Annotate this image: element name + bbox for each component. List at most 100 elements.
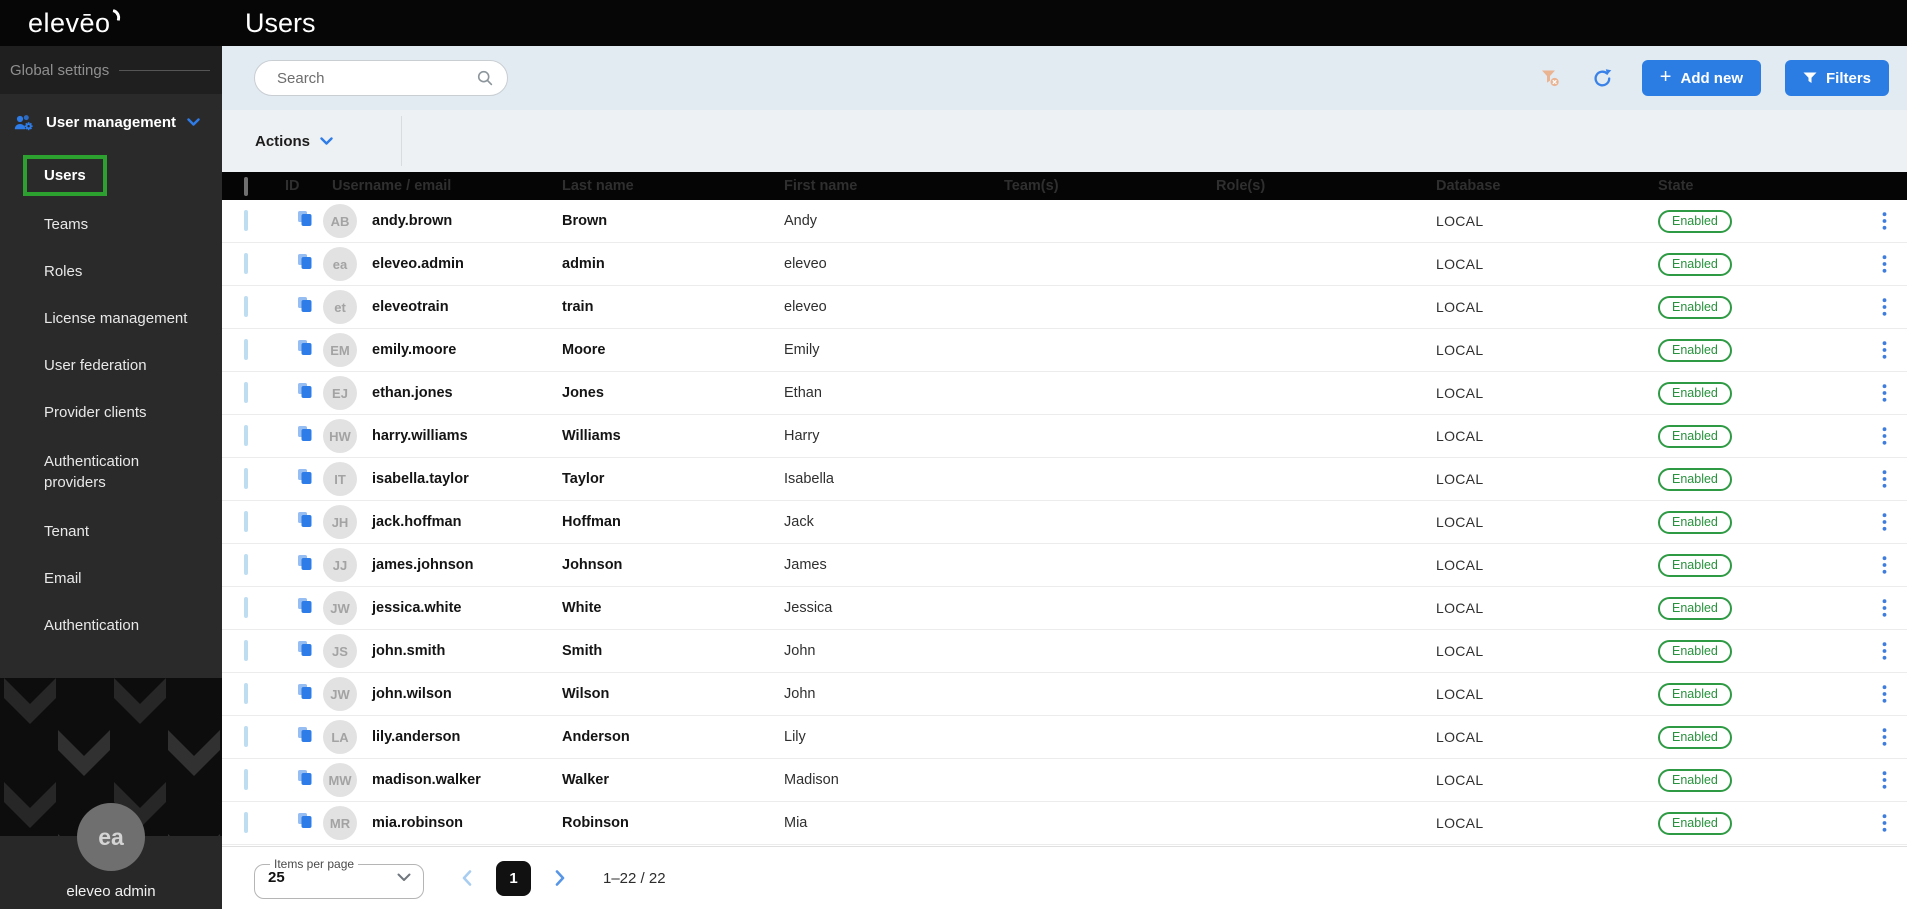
- database: LOCAL: [1428, 815, 1650, 831]
- copy-id-icon[interactable]: [297, 640, 313, 657]
- table-row[interactable]: EM emily.moore Moore Emily LOCAL Enabled: [222, 329, 1907, 372]
- table-row[interactable]: ea eleveo.admin admin eleveo LOCAL Enabl…: [222, 243, 1907, 286]
- row-menu-kebab-icon[interactable]: [1878, 251, 1891, 277]
- table-row[interactable]: JW john.wilson Wilson John LOCAL Enabled: [222, 673, 1907, 716]
- sidebar-item-users[interactable]: Users: [0, 150, 222, 201]
- row-menu-kebab-icon[interactable]: [1878, 810, 1891, 836]
- copy-id-icon[interactable]: [297, 210, 313, 227]
- row-checkbox[interactable]: [244, 468, 248, 489]
- last-name: Taylor: [554, 471, 776, 487]
- add-new-button[interactable]: + Add new: [1642, 60, 1761, 96]
- table-row[interactable]: MR mia.robinson Robinson Mia LOCAL Enabl…: [222, 802, 1907, 845]
- copy-id-icon[interactable]: [297, 296, 313, 313]
- copy-id-icon[interactable]: [297, 339, 313, 356]
- copy-id-icon[interactable]: [297, 769, 313, 786]
- first-name: John: [776, 686, 996, 702]
- row-checkbox[interactable]: [244, 597, 248, 618]
- username-email: john.wilson: [372, 686, 452, 702]
- table-row[interactable]: MW madison.walker Walker Madison LOCAL E…: [222, 759, 1907, 802]
- table-body: AB andy.brown Brown Andy LOCAL Enabled: [222, 200, 1907, 846]
- sidebar-item-teams[interactable]: Teams: [0, 201, 222, 248]
- row-checkbox[interactable]: [244, 726, 248, 747]
- sidebar-group-user-management[interactable]: User management: [0, 94, 222, 150]
- row-checkbox[interactable]: [244, 296, 248, 317]
- table-row[interactable]: AB andy.brown Brown Andy LOCAL Enabled: [222, 200, 1907, 243]
- actions-dropdown[interactable]: Actions: [255, 133, 333, 150]
- row-checkbox[interactable]: [244, 425, 248, 446]
- table-row[interactable]: LA lily.anderson Anderson Lily LOCAL Ena…: [222, 716, 1907, 759]
- table-row[interactable]: EJ ethan.jones Jones Ethan LOCAL Enabled: [222, 372, 1907, 415]
- next-page-button[interactable]: [545, 863, 575, 893]
- sidebar-item-authentication-providers[interactable]: Authentication providers: [0, 436, 222, 508]
- row-checkbox[interactable]: [244, 210, 248, 231]
- table-row[interactable]: JS john.smith Smith John LOCAL Enabled: [222, 630, 1907, 673]
- filters-button[interactable]: Filters: [1785, 60, 1889, 96]
- row-checkbox[interactable]: [244, 253, 248, 274]
- sidebar-item-tenant[interactable]: Tenant: [0, 508, 222, 555]
- row-checkbox[interactable]: [244, 382, 248, 403]
- table-row[interactable]: IT isabella.taylor Taylor Isabella LOCAL…: [222, 458, 1907, 501]
- global-settings-label: Global settings: [10, 62, 109, 79]
- first-name: Ethan: [776, 385, 996, 401]
- row-menu-kebab-icon[interactable]: [1878, 337, 1891, 363]
- copy-id-icon[interactable]: [297, 726, 313, 743]
- table-row[interactable]: JH jack.hoffman Hoffman Jack LOCAL Enabl…: [222, 501, 1907, 544]
- row-checkbox[interactable]: [244, 339, 248, 360]
- profile-avatar[interactable]: ea: [77, 803, 145, 871]
- select-all-checkbox[interactable]: [244, 177, 248, 196]
- row-menu-kebab-icon[interactable]: [1878, 466, 1891, 492]
- copy-id-icon[interactable]: [297, 812, 313, 829]
- sidebar-item-email[interactable]: Email: [0, 555, 222, 602]
- sidebar-item-roles[interactable]: Roles: [0, 248, 222, 295]
- table-row[interactable]: HW harry.williams Williams Harry LOCAL E…: [222, 415, 1907, 458]
- row-menu-kebab-icon[interactable]: [1878, 423, 1891, 449]
- row-menu-kebab-icon[interactable]: [1878, 509, 1891, 535]
- row-menu-kebab-icon[interactable]: [1878, 638, 1891, 664]
- row-checkbox[interactable]: [244, 511, 248, 532]
- last-name: Jones: [554, 385, 776, 401]
- copy-id-icon[interactable]: [297, 554, 313, 571]
- user-profile[interactable]: ea eleveo admin: [0, 836, 222, 909]
- status-badge: Enabled: [1658, 296, 1732, 319]
- row-menu-kebab-icon[interactable]: [1878, 767, 1891, 793]
- actions-strip: Actions: [222, 110, 1907, 172]
- toolbar-divider: [401, 116, 402, 166]
- table-row[interactable]: JW jessica.white White Jessica LOCAL Ena…: [222, 587, 1907, 630]
- copy-id-icon[interactable]: [297, 683, 313, 700]
- row-menu-kebab-icon[interactable]: [1878, 724, 1891, 750]
- row-checkbox[interactable]: [244, 683, 248, 704]
- first-name: Lily: [776, 729, 996, 745]
- database: LOCAL: [1428, 256, 1650, 272]
- current-page-indicator[interactable]: 1: [496, 861, 531, 896]
- table-row[interactable]: et eleveotrain train eleveo LOCAL Enable…: [222, 286, 1907, 329]
- database: LOCAL: [1428, 299, 1650, 315]
- items-per-page-select[interactable]: Items per page 25: [254, 857, 424, 899]
- row-checkbox[interactable]: [244, 640, 248, 661]
- copy-id-icon[interactable]: [297, 253, 313, 270]
- row-checkbox[interactable]: [244, 554, 248, 575]
- previous-page-button[interactable]: [452, 863, 482, 893]
- row-checkbox[interactable]: [244, 812, 248, 833]
- clear-filters-icon[interactable]: [1534, 61, 1568, 95]
- copy-id-icon[interactable]: [297, 597, 313, 614]
- copy-id-icon[interactable]: [297, 511, 313, 528]
- row-menu-kebab-icon[interactable]: [1878, 595, 1891, 621]
- row-menu-kebab-icon[interactable]: [1878, 208, 1891, 234]
- sidebar-item-user-federation[interactable]: User federation: [0, 342, 222, 389]
- row-menu-kebab-icon[interactable]: [1878, 380, 1891, 406]
- row-menu-kebab-icon[interactable]: [1878, 552, 1891, 578]
- sidebar-item-provider-clients[interactable]: Provider clients: [0, 389, 222, 436]
- last-name: admin: [554, 256, 776, 272]
- sidebar-item-authentication[interactable]: Authentication: [0, 602, 222, 649]
- refresh-icon[interactable]: [1586, 61, 1620, 95]
- sidebar-item-license-management[interactable]: License management: [0, 295, 222, 342]
- copy-id-icon[interactable]: [297, 382, 313, 399]
- search-input[interactable]: [277, 70, 477, 87]
- status-badge: Enabled: [1658, 597, 1732, 620]
- row-menu-kebab-icon[interactable]: [1878, 294, 1891, 320]
- table-row[interactable]: JJ james.johnson Johnson James LOCAL Ena…: [222, 544, 1907, 587]
- copy-id-icon[interactable]: [297, 425, 313, 442]
- row-checkbox[interactable]: [244, 769, 248, 790]
- copy-id-icon[interactable]: [297, 468, 313, 485]
- row-menu-kebab-icon[interactable]: [1878, 681, 1891, 707]
